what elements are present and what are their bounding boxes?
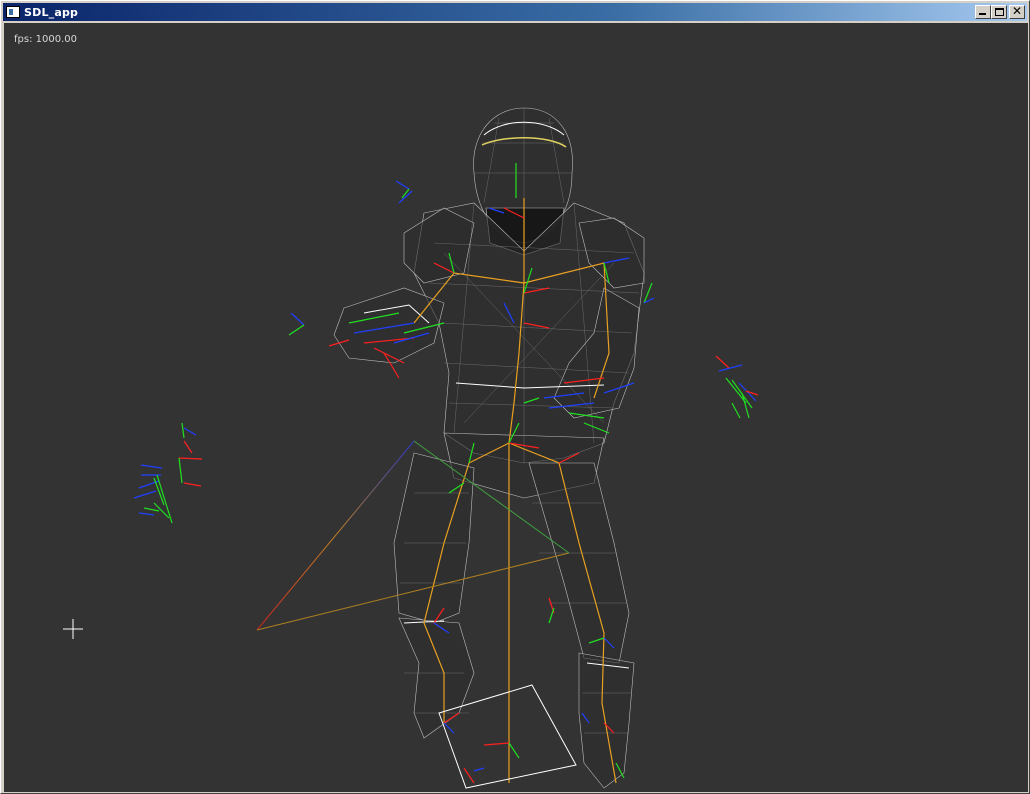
app-window-icon[interactable] <box>6 6 20 18</box>
title-bar[interactable]: SDL_app ✕ <box>3 3 1027 21</box>
axes-floating-right <box>715 355 759 419</box>
window-title: SDL_app <box>24 5 79 19</box>
left-leg <box>393 452 475 624</box>
axes-floating-left <box>288 312 305 336</box>
axes-floating-topleft <box>395 180 413 204</box>
scene-canvas <box>63 107 759 789</box>
axes-floating-far-left <box>133 422 203 524</box>
app-window: SDL_app ✕ fps: 1000.00 <box>0 0 1030 794</box>
close-icon: ✕ <box>1011 4 1023 18</box>
left-shoulder <box>403 207 475 284</box>
maximize-icon <box>995 8 1004 16</box>
close-button[interactable]: ✕ <box>1009 4 1025 19</box>
maximize-button[interactable] <box>991 5 1007 19</box>
render-viewport[interactable]: fps: 1000.00 <box>4 23 1028 792</box>
left-arm <box>333 287 445 364</box>
right-leg <box>528 462 630 664</box>
crosshair-cursor-icon <box>63 619 83 639</box>
character-wireframe <box>333 107 645 789</box>
minimize-button[interactable] <box>975 5 991 19</box>
left-shin <box>398 617 475 739</box>
title-buttons: ✕ <box>975 4 1025 19</box>
minimize-icon <box>979 13 986 15</box>
